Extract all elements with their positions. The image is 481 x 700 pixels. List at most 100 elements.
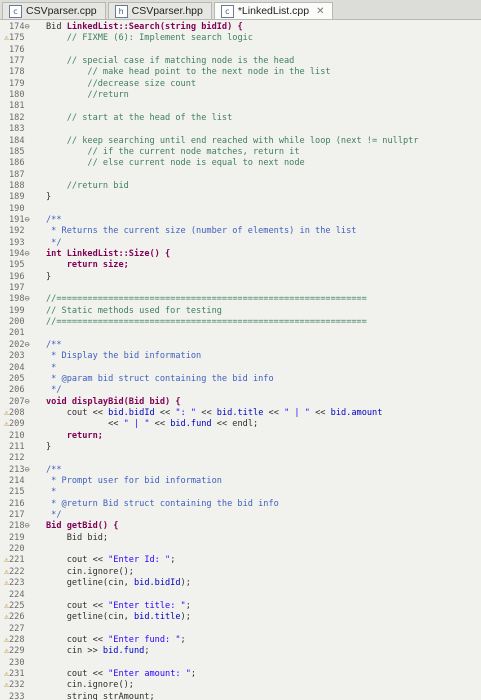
code-text: /** [46, 339, 62, 351]
code-line[interactable]: 220 [0, 543, 481, 555]
code-line[interactable]: ⚠ 231 cout << "Enter amount: "; [0, 668, 481, 680]
code-line[interactable]: 199 // Static methods used for testing [0, 305, 481, 317]
line-number: 231 [9, 668, 25, 679]
tab-csvparser-cpp[interactable]: c CSVparser.cpp [2, 2, 106, 19]
code-token: "Enter title: " [108, 600, 186, 611]
code-line[interactable]: 214 * Prompt user for bid information [0, 475, 481, 487]
code-line[interactable]: ⚠ 232 cin.ignore(); [0, 679, 481, 691]
code-line[interactable]: 190 [0, 203, 481, 215]
code-line[interactable]: 187 [0, 169, 481, 181]
code-line[interactable]: ⚠ 221 cout << "Enter Id: "; [0, 554, 481, 566]
code-line[interactable]: ⚠ 228 cout << "Enter fund: "; [0, 634, 481, 646]
code-line[interactable]: 177 // special case if matching node is … [0, 55, 481, 67]
code-line[interactable]: 210 return; [0, 430, 481, 442]
code-token: cin.ignore(); [66, 680, 134, 691]
code-line[interactable]: 194⊖ int LinkedList::Size() { [0, 248, 481, 260]
tab-label: CSVparser.cpp [26, 5, 97, 17]
code-line[interactable]: ⚠ 226 getline(cin, bid.title); [0, 611, 481, 623]
code-line[interactable]: 233 string strAmount; [0, 691, 481, 700]
code-line[interactable]: 197 [0, 282, 481, 294]
code-line[interactable]: ⚠ 208 cout << bid.bidId << ": " << bid.ti… [0, 407, 481, 419]
code-line[interactable]: 218⊖ Bid getBid() { [0, 520, 481, 532]
code-line[interactable]: 202⊖ /** [0, 339, 481, 351]
code-line[interactable]: 215 * [0, 486, 481, 498]
c-file-icon: c [220, 4, 234, 18]
code-line[interactable]: 198⊖ //==================================… [0, 293, 481, 305]
code-line[interactable]: 203 * Display the bid information [0, 350, 481, 362]
code-token: // FIXME (6): Implement search logic [66, 33, 253, 44]
line-number: 216 [9, 498, 25, 509]
tab-csvparser-hpp[interactable]: h CSVparser.hpp [107, 2, 212, 19]
line-number: 188 [9, 180, 25, 191]
code-text: // FIXME (6): Implement search logic [46, 32, 253, 44]
code-line[interactable]: 182 // start at the head of the list [0, 112, 481, 124]
code-line[interactable]: ⚠ 209 << " | " << bid.fund << endl; [0, 418, 481, 430]
code-token: return; [66, 430, 103, 441]
code-text: // else current node is equal to next no… [46, 157, 304, 169]
code-text: // make head point to the next node in t… [46, 66, 330, 78]
code-line[interactable]: 211} [0, 441, 481, 453]
code-token: LinkedList::Search( [66, 22, 166, 32]
code-text: //======================================… [46, 293, 367, 305]
code-line[interactable]: 213⊖ /** [0, 464, 481, 476]
code-text: Bid LinkedList::Search(string bidId) { [46, 21, 243, 33]
line-number: 214 [9, 476, 25, 486]
code-line[interactable]: 191⊖ /** [0, 214, 481, 226]
code-line[interactable]: 180 //return [0, 89, 481, 101]
code-text: //return bid [46, 180, 129, 192]
code-line[interactable]: 181 [0, 100, 481, 112]
line-number: 212 [9, 453, 25, 464]
code-line[interactable]: ⚠ 222 cin.ignore(); [0, 566, 481, 578]
code-text: } [46, 191, 51, 203]
code-line[interactable]: ⚠ 225 cout << "Enter title: "; [0, 600, 481, 612]
line-number: 233 [9, 691, 25, 700]
code-line[interactable]: 185 // if the current node matches, retu… [0, 146, 481, 158]
code-token: /** [46, 339, 62, 350]
code-line[interactable]: ⚠ 223 getline(cin, bid.bidId); [0, 577, 481, 589]
code-line[interactable]: 216 * @return Bid struct containing the … [0, 498, 481, 510]
code-line[interactable]: 192 * Returns the current size (number o… [0, 225, 481, 237]
code-line[interactable]: 186 // else current node is equal to nex… [0, 157, 481, 169]
code-line[interactable]: 176 [0, 44, 481, 56]
code-line[interactable]: ⚠ 175 // FIXME (6): Implement search logi… [0, 32, 481, 44]
code-token: << endl; [211, 419, 259, 430]
code-line[interactable]: 230 [0, 657, 481, 669]
code-line[interactable]: ⚠ 229 cin >> bid.fund; [0, 645, 481, 657]
code-line[interactable]: 217 */ [0, 509, 481, 521]
code-line[interactable]: 196} [0, 271, 481, 283]
code-line[interactable]: 193 */ [0, 237, 481, 249]
code-token: string [165, 22, 197, 32]
code-line[interactable]: 188 //return bid [0, 180, 481, 192]
code-text: */ [46, 384, 61, 396]
code-line[interactable]: 184 // keep searching until end reached … [0, 135, 481, 147]
code-line[interactable]: 204 * [0, 362, 481, 374]
code-line[interactable]: 195 return size; [0, 259, 481, 271]
code-text: // special case if matching node is the … [46, 55, 295, 67]
code-line[interactable]: 205 * @param bid struct containing the b… [0, 373, 481, 385]
code-token: int [46, 249, 62, 259]
code-line[interactable]: 179 //decrease size count [0, 78, 481, 90]
line-number: 232 [9, 680, 25, 691]
code-line[interactable]: 183 [0, 123, 481, 135]
tab-linkedlist-cpp[interactable]: c *LinkedList.cpp ✕ [213, 2, 334, 19]
code-text: Bid getBid() { [46, 520, 118, 532]
code-line[interactable]: 200 //===================================… [0, 316, 481, 328]
code-line[interactable]: 212 [0, 452, 481, 464]
close-icon[interactable]: ✕ [316, 6, 324, 17]
code-line[interactable]: 178 // make head point to the next node … [0, 66, 481, 78]
code-token: << [263, 407, 285, 418]
code-line[interactable]: 201 [0, 327, 481, 339]
code-line[interactable]: 224 [0, 589, 481, 601]
code-line[interactable]: 174⊖ Bid LinkedList::Search(string bidId)… [0, 21, 481, 33]
code-editor[interactable]: 174⊖ Bid LinkedList::Search(string bidId)… [0, 20, 481, 700]
code-line[interactable]: 189} [0, 191, 481, 203]
code-line[interactable]: 227 [0, 623, 481, 635]
code-line[interactable]: 207⊖ void displayBid(Bid bid) { [0, 396, 481, 408]
code-line[interactable]: 219 Bid bid; [0, 532, 481, 544]
code-token: Bid getBid() { [46, 521, 119, 532]
code-line[interactable]: 206 */ [0, 384, 481, 396]
